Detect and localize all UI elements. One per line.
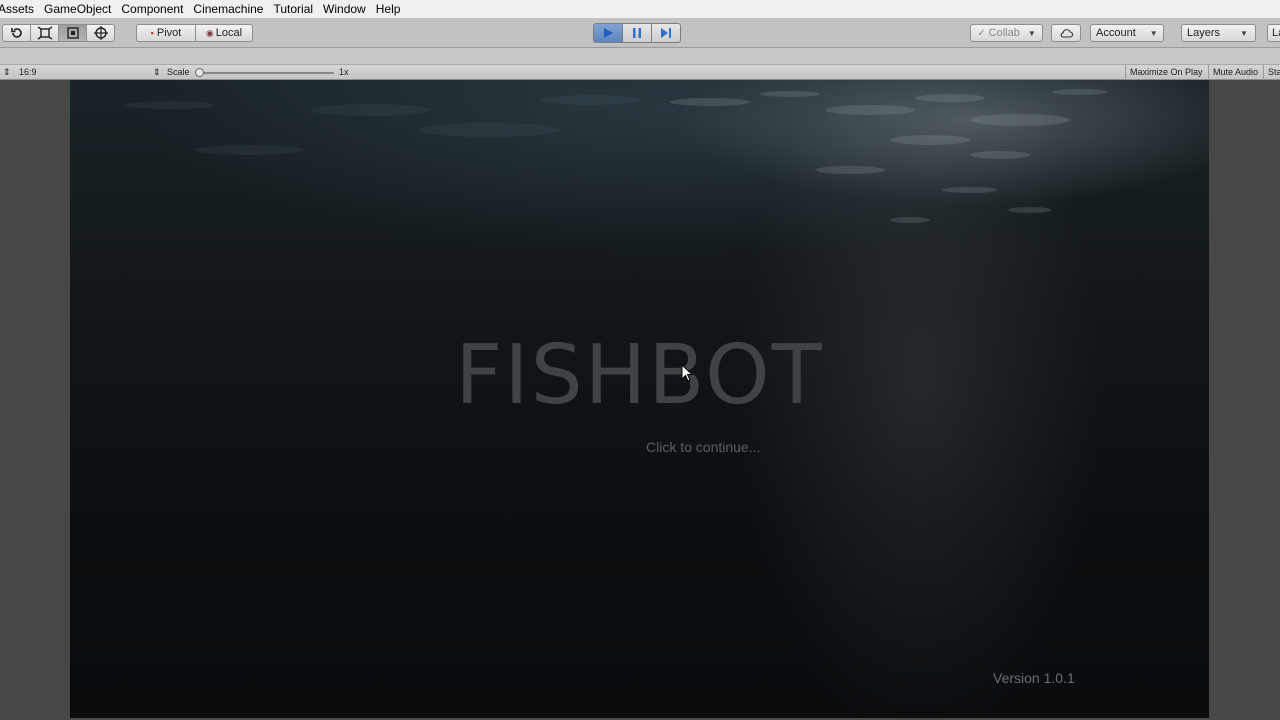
scale-icon (37, 26, 52, 40)
play-icon (604, 28, 613, 38)
layers-dropdown[interactable]: Layers ▼ (1181, 24, 1256, 42)
version-label: Version 1.0.1 (993, 670, 1075, 686)
account-label: Account (1096, 27, 1136, 39)
menu-gameobject[interactable]: GameObject (39, 0, 116, 18)
collab-dropdown[interactable]: ✓ Collab ▼ (970, 24, 1043, 42)
collab-label: Collab (988, 27, 1020, 39)
transform-tools (2, 24, 115, 42)
pause-icon (633, 28, 641, 38)
step-icon (661, 28, 671, 38)
mouse-pointer-icon (681, 364, 693, 382)
pause-button[interactable] (622, 23, 652, 43)
aspect-dropdown[interactable]: 16:9 (19, 67, 37, 77)
pivot-label: Pivot (156, 27, 182, 39)
layout-dropdown[interactable]: La (1267, 24, 1280, 42)
stats-toggle[interactable]: Sta (1263, 65, 1280, 80)
menu-tutorial[interactable]: Tutorial (268, 0, 318, 18)
custom-tool-button[interactable] (86, 24, 115, 42)
scale-label: Scale (167, 67, 190, 77)
pivot-icon: ▪ (150, 28, 154, 38)
right-gutter (1209, 80, 1280, 720)
cloud-icon (1060, 29, 1073, 38)
layers-label: Layers (1187, 27, 1221, 39)
chevron-down-icon: ▼ (1149, 28, 1158, 38)
chevron-down-icon: ▼ (1027, 28, 1036, 38)
scale-value: 1x (339, 67, 349, 77)
main-toolbar: ▪ Pivot ◉ Local ✓ Collab ▼ Account ▼ Lay… (0, 18, 1280, 48)
rotate-icon (10, 28, 22, 38)
mute-audio-toggle[interactable]: Mute Audio (1208, 65, 1262, 80)
game-view-header: ⇕ 16:9 ⇕ Scale 1x Maximize On Play Mute … (0, 48, 1280, 80)
game-viewport[interactable]: FISHBOT Click to continue... Version 1.0… (70, 80, 1209, 718)
chevron-down-icon: ▼ (1240, 28, 1248, 38)
menu-window[interactable]: Window (318, 0, 371, 18)
game-view-toolbar: ⇕ 16:9 ⇕ Scale 1x Maximize On Play Mute … (0, 64, 1280, 80)
menu-component[interactable]: Component (116, 0, 188, 18)
rect-icon (66, 27, 79, 39)
menu-help[interactable]: Help (371, 0, 406, 18)
pivot-button[interactable]: ▪ Pivot (136, 24, 196, 42)
maximize-on-play-toggle[interactable]: Maximize On Play (1125, 65, 1207, 80)
account-dropdown[interactable]: Account ▼ (1090, 24, 1164, 42)
local-label: Local (215, 27, 243, 39)
menu-assets[interactable]: Assets (0, 0, 39, 18)
click-to-continue-prompt[interactable]: Click to continue... (646, 439, 760, 455)
play-button[interactable] (593, 23, 623, 43)
aspect-caret-icon: ⇕ (153, 67, 161, 77)
menu-cinemachine[interactable]: Cinemachine (188, 0, 268, 18)
scale-slider-track[interactable] (199, 72, 334, 74)
check-icon: ✓ (977, 27, 986, 39)
cloud-button[interactable] (1051, 24, 1081, 42)
local-button[interactable]: ◉ Local (195, 24, 253, 42)
display-caret-icon: ⇕ (3, 67, 11, 77)
scale-tool-button[interactable] (30, 24, 59, 42)
transform-icon (93, 26, 108, 40)
globe-icon: ◉ (205, 27, 214, 38)
water-surface-ripples (125, 89, 1108, 223)
rect-tool-button[interactable] (58, 24, 87, 42)
playback-controls (593, 23, 681, 43)
left-gutter (0, 80, 70, 720)
layout-label: La (1272, 27, 1280, 39)
step-button[interactable] (651, 23, 681, 43)
scale-slider-handle[interactable] (195, 68, 204, 77)
menu-bar: Assets GameObject Component Cinemachine … (0, 0, 1280, 18)
refresh-tool-button[interactable] (2, 24, 31, 42)
game-title: FISHBOT (455, 328, 824, 423)
pivot-toggle-group: ▪ Pivot ◉ Local (136, 24, 253, 42)
